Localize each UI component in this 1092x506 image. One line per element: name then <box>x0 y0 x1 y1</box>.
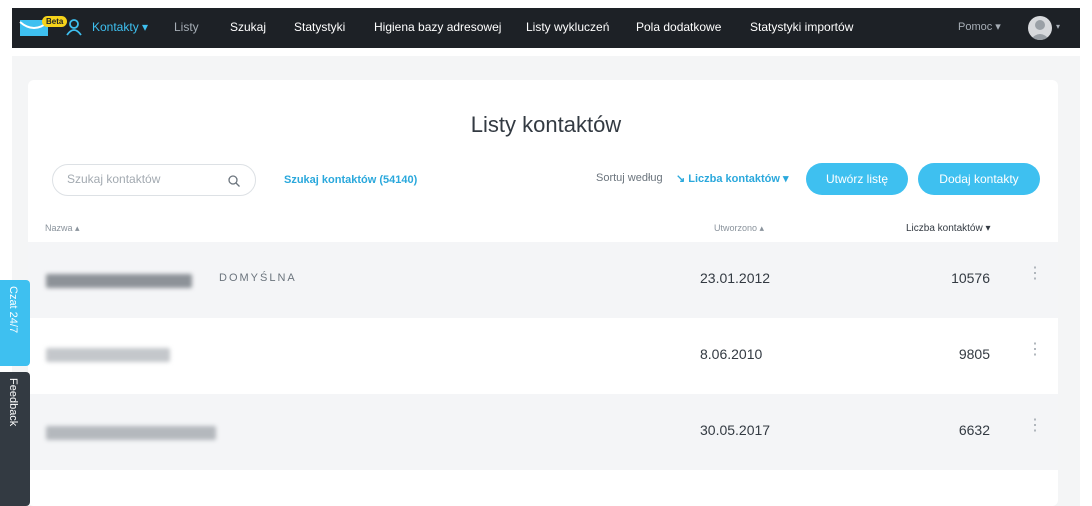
feedback-tab[interactable]: Feedback <box>0 372 30 506</box>
feedback-tab-label: Feedback <box>7 378 19 427</box>
row-contact-count: 9805 <box>958 346 990 362</box>
column-header-created[interactable]: Utworzono ▴ <box>714 223 764 234</box>
sort-dropdown[interactable]: ↘ Liczba kontaktów ▾ <box>676 172 789 185</box>
nav-item-statystyki-importow[interactable]: Statystyki importów <box>750 20 853 34</box>
row-created-date: 30.05.2017 <box>700 422 771 438</box>
search-contacts-link[interactable]: Szukaj kontaktów (54140) <box>284 174 417 186</box>
row-created-date: 8.06.2010 <box>700 346 763 362</box>
nav-item-listy[interactable]: Listy <box>174 20 199 34</box>
avatar-dropdown-icon[interactable]: ▾ <box>1056 22 1060 31</box>
add-contacts-button[interactable]: Dodaj kontakty <box>918 163 1040 195</box>
row-menu-icon[interactable]: ⋮ <box>1027 418 1043 434</box>
nav-item-higiena[interactable]: Higiena bazy adresowej <box>374 20 501 34</box>
search-input[interactable] <box>67 172 217 186</box>
list-name-redacted <box>46 274 192 288</box>
help-menu[interactable]: Pomoc ▾ <box>958 20 1001 33</box>
row-menu-icon[interactable]: ⋮ <box>1027 342 1043 358</box>
sort-label: Sortuj według <box>596 172 663 184</box>
main-navigation: Beta Kontakty ▾ Listy Szukaj Statystyki … <box>12 8 1080 48</box>
row-contact-count: 6632 <box>958 422 990 438</box>
search-icon[interactable] <box>227 174 241 188</box>
table-row[interactable]: 8.06.2010 9805 ⋮ <box>28 318 1058 394</box>
table-row[interactable]: DOMYŚLNA 23.01.2012 10576 ⋮ <box>28 242 1058 318</box>
table-row[interactable]: 30.05.2017 6632 ⋮ <box>28 394 1058 470</box>
create-list-button[interactable]: Utwórz listę <box>806 163 908 195</box>
chat-tab[interactable]: Czat 24/7 <box>0 280 30 366</box>
nav-item-pola-dodatkowe[interactable]: Pola dodatkowe <box>636 20 721 34</box>
nav-item-listy-wykluczen[interactable]: Listy wykluczeń <box>526 20 609 34</box>
contacts-user-icon[interactable] <box>66 19 82 36</box>
search-box[interactable] <box>52 164 256 196</box>
page-title: Listy kontaktów <box>470 112 622 137</box>
list-name-redacted <box>46 348 170 362</box>
default-badge: DOMYŚLNA <box>219 272 297 284</box>
beta-badge: Beta <box>42 16 68 27</box>
chat-tab-label: Czat 24/7 <box>7 286 19 334</box>
row-contact-count: 10576 <box>951 270 990 286</box>
user-avatar-icon <box>1030 20 1050 40</box>
top-bar: Beta Kontakty ▾ Listy Szukaj Statystyki … <box>0 0 1092 56</box>
nav-item-kontakty[interactable]: Kontakty ▾ <box>92 20 148 34</box>
list-name-redacted <box>46 426 216 440</box>
app-logo[interactable]: Beta <box>18 12 68 42</box>
row-menu-icon[interactable]: ⋮ <box>1027 266 1043 282</box>
row-created-date: 23.01.2012 <box>700 270 771 286</box>
nav-item-szukaj[interactable]: Szukaj <box>230 20 266 34</box>
avatar[interactable] <box>1028 16 1052 40</box>
nav-item-statystyki[interactable]: Statystyki <box>294 20 345 34</box>
column-header-name[interactable]: Nazwa ▴ <box>45 223 80 234</box>
column-header-count[interactable]: Liczba kontaktów ▾ <box>906 223 991 234</box>
